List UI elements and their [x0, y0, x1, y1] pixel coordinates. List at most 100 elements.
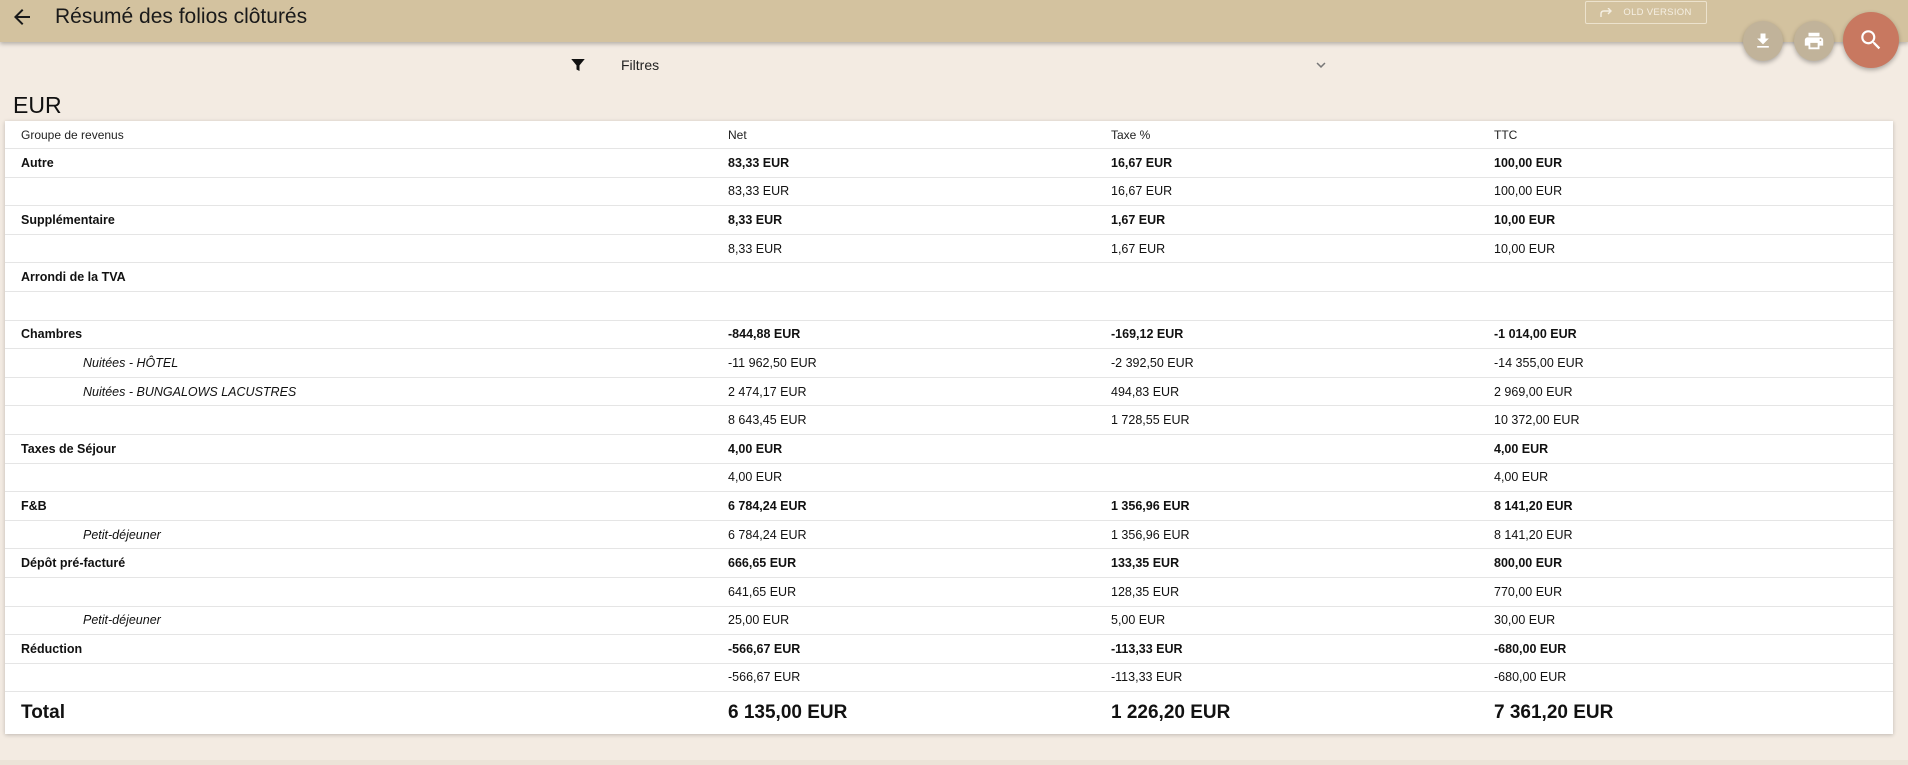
net-cell: 83,33 EUR	[728, 155, 790, 170]
ttc-cell: -1 014,00 EUR	[1494, 327, 1577, 342]
table-row	[5, 292, 1893, 321]
page-title: Résumé des folios clôturés	[55, 5, 308, 28]
tax-cell: -113,33 EUR	[1111, 641, 1183, 656]
tax-cell: 133,35 EUR	[1111, 556, 1180, 571]
back-button[interactable]	[10, 5, 34, 29]
top-app-bar: Résumé des folios clôturés OLD VERSION	[0, 0, 1908, 42]
tax-cell: 16,67 EUR	[1111, 155, 1173, 170]
ttc-cell: 800,00 EUR	[1494, 556, 1563, 571]
tax-cell: 1,67 EUR	[1111, 212, 1166, 227]
chevron-down-icon	[1316, 62, 1326, 68]
print-button[interactable]	[1794, 21, 1834, 61]
revenue-group-cell: Taxes de Séjour	[21, 441, 116, 456]
revenue-group-cell: Réduction	[21, 641, 83, 656]
print-icon	[1804, 32, 1824, 50]
net-cell: 666,65 EUR	[728, 556, 797, 571]
revenue-group-cell: Autre	[21, 155, 54, 170]
table-row: Nuitées - HÔTEL -11 962,50 EUR -2 392,50 E…	[5, 349, 1893, 378]
arrow-back-icon	[14, 9, 30, 25]
table-row: Arrondi de la TVA	[5, 263, 1893, 292]
tax-cell: 1,67 EUR	[1111, 241, 1166, 256]
revenue-group-cell: Arrondi de la TVA	[21, 270, 126, 285]
net-cell: -566,67 EUR	[728, 670, 801, 685]
table-row: Chambres -844,88 EUR -169,12 EUR -1 014,00 …	[5, 321, 1893, 350]
revenue-group-cell: F&B	[21, 498, 47, 513]
tax-cell: 1 356,96 EUR	[1111, 498, 1190, 513]
filter-icon	[571, 59, 585, 71]
net-cell: 25,00 EUR	[728, 613, 790, 628]
net-cell: 6 784,24 EUR	[728, 498, 807, 513]
net-cell: -566,67 EUR	[728, 641, 801, 656]
ttc-cell: 770,00 EUR	[1494, 584, 1563, 599]
table-body: Autre 83,33 EUR 16,67 EUR 100,00 EUR 83,33 E…	[5, 149, 1893, 693]
ttc-cell: 4,00 EUR	[1494, 441, 1549, 456]
ttc-cell: 100,00 EUR	[1494, 155, 1563, 170]
ttc-cell: 8 141,20 EUR	[1494, 498, 1573, 513]
ttc-cell: 2 969,00 EUR	[1494, 384, 1573, 399]
revenue-summary-table: Groupe de revenus Net Taxe % TTC Autre 83…	[5, 121, 1893, 735]
table-row: Dépôt pré-facturé 666,65 EUR 133,35 EUR 800…	[5, 549, 1893, 578]
revenue-group-cell: Nuitées - HÔTEL	[83, 355, 179, 370]
tax-cell: -169,12 EUR	[1111, 327, 1184, 342]
table-row: Petit-déjeuner 25,00 EUR 5,00 EUR 30,00 EUR	[5, 607, 1893, 636]
redirect-arrow-icon	[1600, 7, 1613, 17]
table-row: 641,65 EUR 128,35 EUR 770,00 EUR	[5, 578, 1893, 607]
currency-heading: EUR	[13, 92, 62, 118]
table-row: Autre 83,33 EUR 16,67 EUR 100,00 EUR	[5, 149, 1893, 178]
footer-strip	[0, 760, 1908, 765]
table-row: Réduction -566,67 EUR -113,33 EUR -680,00 E…	[5, 635, 1893, 664]
ttc-cell: 4,00 EUR	[1494, 470, 1549, 485]
table-row: 8,33 EUR 1,67 EUR 10,00 EUR	[5, 235, 1893, 264]
total-row: Total 6 135,00 EUR 1 226,20 EUR 7 361,20…	[5, 692, 1893, 734]
revenue-group-cell: Petit-déjeuner	[83, 527, 161, 542]
net-cell: 641,65 EUR	[728, 584, 797, 599]
tax-cell: 1 356,96 EUR	[1111, 527, 1190, 542]
net-cell: 83,33 EUR	[728, 184, 790, 199]
revenue-group-cell: Nuitées - BUNGALOWS LACUSTRES	[83, 384, 297, 399]
revenue-group-cell: Petit-déjeuner	[83, 613, 161, 628]
tax-cell: 1 728,55 EUR	[1111, 413, 1190, 428]
total-net: 6 135,00 EUR	[728, 702, 848, 724]
tax-cell: 128,35 EUR	[1111, 584, 1180, 599]
net-cell: -11 962,50 EUR	[728, 355, 817, 370]
filters-label: Filtres	[621, 57, 660, 73]
filters-dropdown[interactable]: Filtres	[560, 48, 1335, 82]
revenue-group-cell: Supplémentaire	[21, 212, 115, 227]
old-version-button[interactable]: OLD VERSION	[1585, 1, 1707, 24]
table-row: Petit-déjeuner 6 784,24 EUR 1 356,96 EUR 8 …	[5, 521, 1893, 550]
ttc-cell: -680,00 EUR	[1494, 641, 1567, 656]
net-cell: -844,88 EUR	[728, 327, 801, 342]
table-header-row: Groupe de revenus Net Taxe % TTC	[5, 121, 1893, 149]
search-button[interactable]	[1843, 12, 1899, 68]
table-row: 8 643,45 EUR 1 728,55 EUR 10 372,00 EUR	[5, 406, 1893, 435]
total-ttc: 7 361,20 EUR	[1494, 702, 1614, 724]
table-row: Supplémentaire 8,33 EUR 1,67 EUR 10,00 EUR	[5, 206, 1893, 235]
table-row: Nuitées - BUNGALOWS LACUSTRES 2 474,17 EU…	[5, 378, 1893, 407]
net-cell: 4,00 EUR	[728, 470, 783, 485]
column-header-ttc: TTC	[1494, 127, 1518, 142]
ttc-cell: 100,00 EUR	[1494, 184, 1563, 199]
download-button[interactable]	[1743, 21, 1783, 61]
search-icon	[1861, 30, 1881, 50]
column-header-group: Groupe de revenus	[21, 127, 124, 142]
net-cell: 8 643,45 EUR	[728, 413, 807, 428]
total-tax: 1 226,20 EUR	[1111, 702, 1231, 724]
tax-cell: -2 392,50 EUR	[1111, 355, 1194, 370]
column-header-net: Net	[728, 127, 747, 142]
revenue-group-cell: Dépôt pré-facturé	[21, 556, 126, 571]
ttc-cell: 10,00 EUR	[1494, 241, 1556, 256]
table-row: 83,33 EUR 16,67 EUR 100,00 EUR	[5, 178, 1893, 207]
table-row: -566,67 EUR -113,33 EUR -680,00 EUR	[5, 664, 1893, 693]
ttc-cell: 10 372,00 EUR	[1494, 413, 1580, 428]
old-version-label: OLD VERSION	[1623, 7, 1692, 18]
table-row: 4,00 EUR 4,00 EUR	[5, 464, 1893, 493]
ttc-cell: 10,00 EUR	[1494, 212, 1556, 227]
tax-cell: 16,67 EUR	[1111, 184, 1173, 199]
total-label: Total	[21, 702, 65, 724]
table-row: F&B 6 784,24 EUR 1 356,96 EUR 8 141,20 EUR	[5, 492, 1893, 521]
net-cell: 4,00 EUR	[728, 441, 783, 456]
table-row: Taxes de Séjour 4,00 EUR 4,00 EUR	[5, 435, 1893, 464]
ttc-cell: 30,00 EUR	[1494, 613, 1556, 628]
net-cell: 8,33 EUR	[728, 212, 783, 227]
column-header-tax: Taxe %	[1111, 127, 1151, 142]
